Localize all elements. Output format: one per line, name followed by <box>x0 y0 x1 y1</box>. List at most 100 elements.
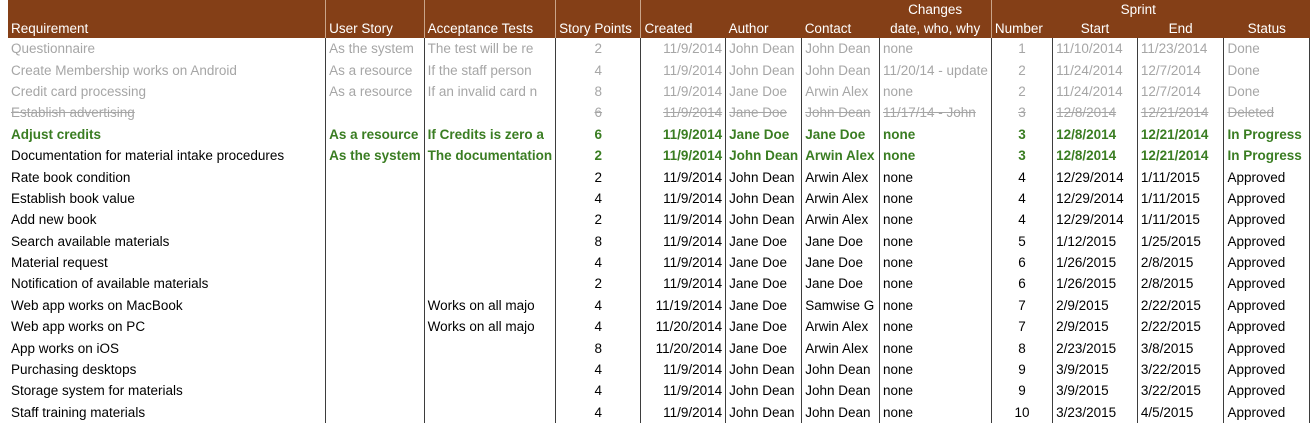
cell-sprint-end[interactable]: 1/11/2015 <box>1137 209 1225 231</box>
cell-sprint-number[interactable]: 6 <box>991 273 1054 295</box>
cell-story-points[interactable]: 2 <box>555 273 642 295</box>
cell-sprint-start[interactable]: 12/8/2014 <box>1052 123 1138 145</box>
cell-requirement[interactable]: Material request <box>8 251 327 274</box>
cell-story-points[interactable]: 4 <box>555 358 642 381</box>
cell-created[interactable]: 11/9/2014 <box>640 123 727 145</box>
cell-created[interactable]: 11/9/2014 <box>640 401 727 424</box>
cell-sprint-number[interactable]: 3 <box>991 144 1054 167</box>
header-status[interactable]: Status <box>1223 18 1310 38</box>
cell-changes[interactable]: none <box>879 187 992 210</box>
cell-author[interactable]: John Dean <box>725 59 803 81</box>
cell-user-story[interactable] <box>325 251 425 274</box>
cell-changes[interactable]: none <box>879 38 992 60</box>
cell-contact[interactable]: Jane Doe <box>801 251 880 274</box>
cell-status[interactable]: Done <box>1223 59 1310 81</box>
cell-changes[interactable]: none <box>879 380 992 402</box>
cell-status[interactable]: Deleted <box>1223 102 1310 124</box>
cell-requirement[interactable]: Search available materials <box>8 230 327 252</box>
cell-acceptance-tests[interactable] <box>424 187 557 210</box>
cell-changes[interactable]: none <box>879 80 992 103</box>
cell-created[interactable]: 11/19/2014 <box>640 294 727 317</box>
cell-sprint-number[interactable]: 10 <box>991 401 1054 424</box>
header-author[interactable]: Author <box>725 18 802 38</box>
cell-sprint-start[interactable]: 12/8/2014 <box>1052 144 1138 167</box>
cell-author[interactable]: John Dean <box>725 187 803 210</box>
cell-requirement[interactable]: Questionnaire <box>8 38 327 60</box>
cell-contact[interactable]: Samwise G <box>801 294 880 317</box>
cell-story-points[interactable]: 4 <box>555 380 642 402</box>
cell-sprint-start[interactable]: 3/9/2015 <box>1052 380 1138 402</box>
table-row[interactable]: Notification of available materials 2 11/9… <box>8 273 1310 295</box>
cell-status[interactable]: Approved <box>1223 380 1310 402</box>
cell-sprint-end[interactable]: 2/8/2015 <box>1137 273 1225 295</box>
cell-status[interactable]: Approved <box>1223 251 1310 274</box>
table-row[interactable]: Adjust credits As a resource If Credits is… <box>8 123 1310 145</box>
cell-user-story[interactable] <box>325 294 425 317</box>
cell-contact[interactable]: John Dean <box>801 59 880 81</box>
cell-contact[interactable]: Arwin Alex <box>801 316 880 338</box>
cell-sprint-start[interactable]: 2/9/2015 <box>1052 316 1138 338</box>
cell-user-story[interactable] <box>325 166 425 188</box>
cell-author[interactable]: Jane Doe <box>725 123 803 145</box>
cell-story-points[interactable]: 6 <box>555 102 642 124</box>
cell-sprint-end[interactable]: 3/8/2015 <box>1137 337 1225 359</box>
cell-sprint-start[interactable]: 2/9/2015 <box>1052 294 1138 317</box>
cell-contact[interactable]: John Dean <box>801 102 880 124</box>
table-row[interactable]: Create Membership works on Android As a r… <box>8 59 1310 81</box>
cell-created[interactable]: 11/9/2014 <box>640 80 727 103</box>
table-row[interactable]: Material request 4 11/9/2014 Jane Doe Jane D… <box>8 251 1310 274</box>
cell-created[interactable]: 11/9/2014 <box>640 358 727 381</box>
header-requirement[interactable]: Requirement <box>8 18 327 38</box>
cell-changes[interactable]: none <box>879 251 992 274</box>
cell-contact[interactable]: John Dean <box>801 380 880 402</box>
header-sprint-number[interactable]: Number <box>991 18 1053 38</box>
cell-sprint-number[interactable]: 6 <box>991 251 1054 274</box>
header-user-story[interactable]: User Story <box>325 18 425 38</box>
cell-story-points[interactable]: 4 <box>555 316 642 338</box>
cell-requirement[interactable]: Staff training materials <box>8 401 327 424</box>
cell-sprint-end[interactable]: 1/11/2015 <box>1137 187 1225 210</box>
cell-requirement[interactable]: Web app works on MacBook <box>8 294 327 317</box>
cell-user-story[interactable] <box>325 187 425 210</box>
cell-sprint-start[interactable]: 11/24/2014 <box>1052 80 1138 103</box>
cell-sprint-start[interactable]: 2/23/2015 <box>1052 337 1138 359</box>
cell-sprint-number[interactable]: 4 <box>991 187 1054 210</box>
cell-requirement[interactable]: Web app works on PC <box>8 316 327 338</box>
header-sprint-end[interactable]: End <box>1137 18 1224 38</box>
cell-requirement[interactable]: Establish book value <box>8 187 327 210</box>
cell-story-points[interactable]: 2 <box>555 209 642 231</box>
cell-user-story[interactable] <box>325 337 425 359</box>
cell-status[interactable]: Approved <box>1223 337 1310 359</box>
cell-changes[interactable]: none <box>879 144 992 167</box>
cell-sprint-end[interactable]: 12/21/2014 <box>1137 144 1225 167</box>
header-contact[interactable]: Contact <box>801 18 880 38</box>
cell-story-points[interactable]: 4 <box>555 59 642 81</box>
cell-created[interactable]: 11/9/2014 <box>640 380 727 402</box>
cell-sprint-end[interactable]: 2/22/2015 <box>1137 294 1225 317</box>
cell-created[interactable]: 11/9/2014 <box>640 273 727 295</box>
table-row[interactable]: Establish advertising 6 11/9/2014 Jane Doe J… <box>8 102 1310 124</box>
cell-sprint-start[interactable]: 12/29/2014 <box>1052 166 1138 188</box>
cell-sprint-end[interactable]: 2/22/2015 <box>1137 316 1225 338</box>
cell-requirement[interactable]: Notification of available materials <box>8 273 327 295</box>
cell-contact[interactable]: Jane Doe <box>801 230 880 252</box>
cell-user-story[interactable]: As a resource <box>325 80 425 103</box>
cell-story-points[interactable]: 2 <box>555 38 642 60</box>
cell-acceptance-tests[interactable]: The documentation <box>424 144 557 167</box>
cell-user-story[interactable]: As the system <box>325 144 425 167</box>
cell-status[interactable]: Approved <box>1223 230 1310 252</box>
cell-changes[interactable]: none <box>879 273 992 295</box>
cell-sprint-start[interactable]: 12/29/2014 <box>1052 187 1138 210</box>
cell-sprint-number[interactable]: 5 <box>991 230 1054 252</box>
header-story-points[interactable]: Story Points <box>555 18 642 38</box>
cell-author[interactable]: Jane Doe <box>725 294 803 317</box>
cell-requirement[interactable]: Purchasing desktops <box>8 358 327 381</box>
cell-changes[interactable]: none <box>879 123 992 145</box>
cell-acceptance-tests[interactable]: Works on all majo <box>424 316 557 338</box>
cell-acceptance-tests[interactable]: If Credits is zero a <box>424 123 557 145</box>
cell-requirement[interactable]: Rate book condition <box>8 166 327 188</box>
cell-contact[interactable]: John Dean <box>801 358 880 381</box>
cell-acceptance-tests[interactable] <box>424 273 557 295</box>
cell-created[interactable]: 11/20/2014 <box>640 316 727 338</box>
cell-acceptance-tests[interactable] <box>424 358 557 381</box>
